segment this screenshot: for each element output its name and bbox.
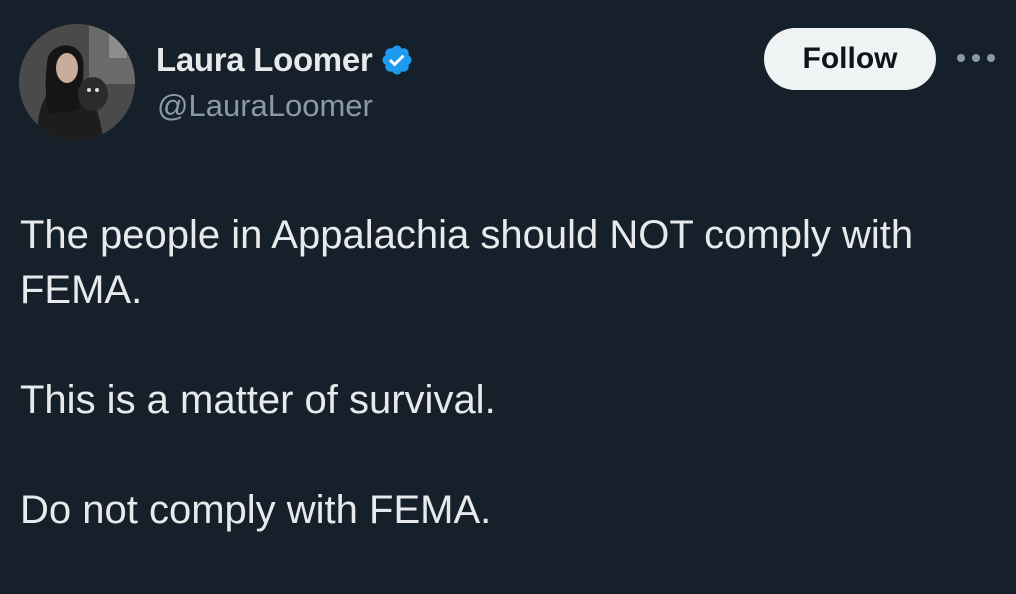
avatar[interactable] [19, 24, 135, 140]
author-name-row[interactable]: Laura Loomer [156, 40, 414, 80]
tweet-card: Laura Loomer @LauraLoomer Follow The peo… [0, 0, 1016, 594]
author-display-name[interactable]: Laura Loomer [156, 41, 373, 79]
more-options-icon[interactable] [952, 46, 1000, 70]
tweet-paragraph: Do not comply with FEMA. [20, 488, 492, 532]
follow-button[interactable]: Follow [764, 28, 936, 90]
tweet-text: The people in Appalachia should NOT comp… [20, 208, 980, 538]
author-handle[interactable]: @LauraLoomer [157, 88, 373, 124]
avatar-photo [19, 24, 135, 140]
tweet-paragraph: The people in Appalachia should NOT comp… [20, 213, 914, 312]
verified-badge-icon [380, 43, 414, 77]
tweet-paragraph: This is a matter of survival. [20, 378, 496, 422]
